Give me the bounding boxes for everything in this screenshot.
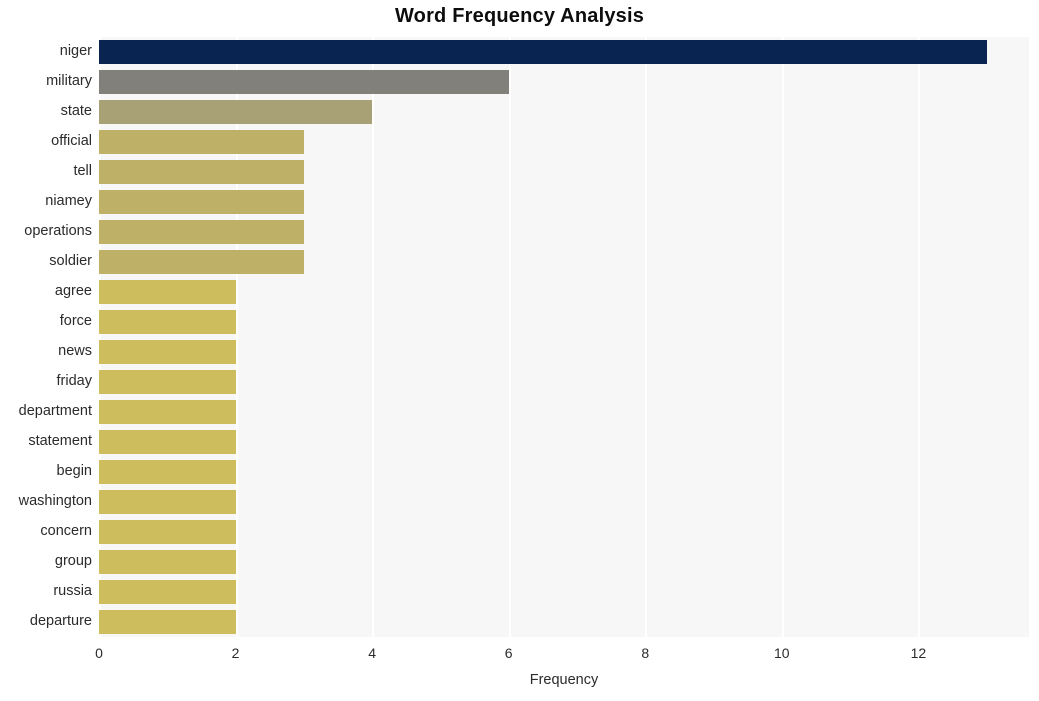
chart-title: Word Frequency Analysis [394, 5, 645, 27]
bar-row [99, 250, 1029, 274]
bar[interactable] [99, 340, 236, 364]
bar-row [99, 460, 1029, 484]
y-tick-label: official [51, 133, 92, 149]
bar[interactable] [99, 580, 236, 604]
bar-row [99, 310, 1029, 334]
y-tick-label: soldier [49, 253, 92, 269]
bar-row [99, 580, 1029, 604]
bar-row [99, 280, 1029, 304]
bar[interactable] [99, 130, 304, 154]
x-tick-label: 4 [368, 645, 377, 661]
bar[interactable] [99, 490, 236, 514]
y-axis-tick-labels: niger military state official tell niamey oper… [0, 37, 92, 637]
bar-row [99, 220, 1029, 244]
chart-figure: Word Frequency Analysis niger military sta… [0, 0, 1039, 701]
y-tick-label: tell [73, 163, 92, 179]
bar-row [99, 190, 1029, 214]
bar[interactable] [99, 610, 236, 634]
y-tick-label: washington [18, 493, 92, 509]
bar-series [99, 37, 1029, 637]
bar[interactable] [99, 550, 236, 574]
y-tick-label: force [59, 313, 92, 329]
bar[interactable] [99, 430, 236, 454]
bar[interactable] [99, 370, 236, 394]
bar[interactable] [99, 250, 304, 274]
x-tick-label: 8 [641, 645, 650, 661]
bar[interactable] [99, 40, 987, 64]
x-tick-label: 10 [774, 645, 790, 661]
y-tick-label: military [46, 73, 92, 89]
y-tick-label: group [54, 553, 92, 569]
y-tick-label: russia [53, 583, 92, 599]
bar-row [99, 550, 1029, 574]
bar[interactable] [99, 280, 236, 304]
bar-row [99, 40, 1029, 64]
y-tick-label: concern [40, 523, 92, 539]
bar-row [99, 70, 1029, 94]
bar[interactable] [99, 460, 236, 484]
y-tick-label: statement [28, 433, 92, 449]
y-tick-label: agree [54, 283, 92, 299]
bar-row [99, 400, 1029, 424]
bar[interactable] [99, 190, 304, 214]
bar-row [99, 370, 1029, 394]
y-tick-label: begin [56, 463, 92, 479]
bar[interactable] [99, 160, 304, 184]
y-tick-label: departure [29, 613, 92, 629]
y-tick-label: niamey [45, 193, 92, 209]
bar[interactable] [99, 400, 236, 424]
bar-row [99, 100, 1029, 124]
plot-area [99, 37, 1029, 637]
x-tick-label: 6 [504, 645, 513, 661]
x-tick-label: 12 [910, 645, 927, 661]
bar-row [99, 430, 1029, 454]
y-tick-label: news [58, 343, 92, 359]
bar[interactable] [99, 100, 373, 124]
bar-row [99, 130, 1029, 154]
bar[interactable] [99, 70, 509, 94]
bar-row [99, 610, 1029, 634]
bar[interactable] [99, 220, 304, 244]
y-tick-label: niger [59, 43, 92, 59]
bar-row [99, 520, 1029, 544]
x-tick-label: 2 [231, 645, 240, 661]
x-tick-label: 0 [95, 645, 103, 661]
y-tick-label: department [18, 403, 92, 419]
bar-row [99, 490, 1029, 514]
bar-row [99, 160, 1029, 184]
bar[interactable] [99, 520, 236, 544]
bar-row [99, 340, 1029, 364]
y-tick-label: friday [56, 373, 92, 389]
bar[interactable] [99, 310, 236, 334]
x-axis-title: Frequency [529, 672, 599, 688]
y-tick-label: operations [24, 223, 92, 239]
y-tick-label: state [60, 103, 92, 119]
x-axis-tick-labels: 0 2 4 6 8 10 12 [0, 645, 1039, 669]
